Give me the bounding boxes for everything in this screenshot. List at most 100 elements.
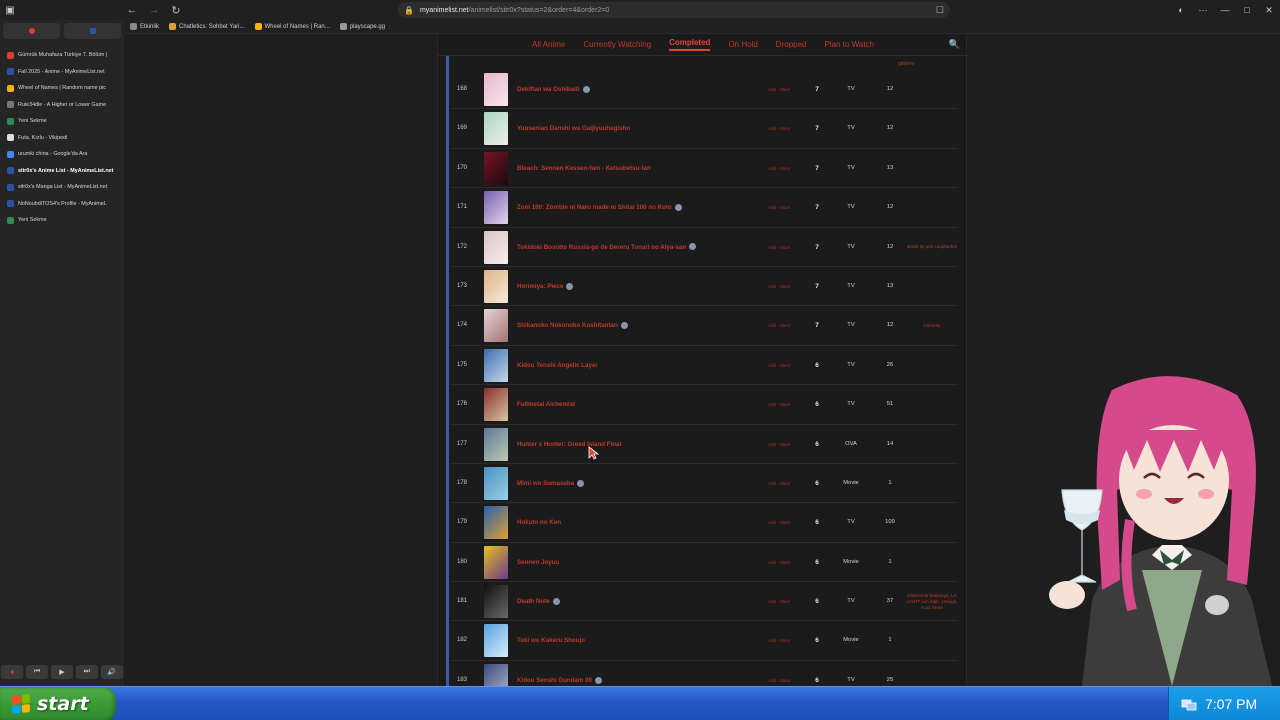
sidebar-tab[interactable]: Fall 2025 - Anime - MyAnimeList.net: [0, 64, 124, 81]
info-icon[interactable]: [577, 479, 585, 487]
anime-title-link[interactable]: Hunter x Hunter: Greed Island Final: [517, 425, 621, 464]
score-cell[interactable]: 6: [810, 425, 824, 464]
status-tab[interactable]: All Anime: [532, 40, 565, 49]
edit-more-link[interactable]: Add - More: [768, 464, 790, 503]
maximize-icon[interactable]: □: [1236, 0, 1258, 20]
anime-thumbnail[interactable]: [484, 191, 508, 225]
prev-icon[interactable]: ⏮: [26, 665, 49, 679]
score-cell[interactable]: 6: [810, 621, 824, 660]
reload-icon[interactable]: ↻: [168, 2, 184, 18]
score-cell[interactable]: 7: [810, 228, 824, 267]
status-tab[interactable]: On Hold: [728, 40, 757, 49]
anime-thumbnail[interactable]: [484, 309, 508, 343]
score-cell[interactable]: 6: [810, 503, 824, 542]
score-cell[interactable]: 6: [810, 385, 824, 424]
anime-title-link[interactable]: Horimiya: Piece: [517, 267, 574, 306]
anime-thumbnail[interactable]: [484, 624, 508, 658]
sidebar-tab[interactable]: Wheel of Names | Random name pic: [0, 80, 124, 97]
extensions-icon[interactable]: ◐: [1170, 0, 1192, 20]
anime-thumbnail[interactable]: [484, 466, 508, 500]
pinned-tab[interactable]: [3, 23, 60, 39]
minimize-icon[interactable]: —: [1214, 0, 1236, 20]
anime-title-link[interactable]: Zom 100: Zombie ni Naru made ni Shitai 1…: [517, 188, 682, 227]
info-icon[interactable]: [620, 322, 628, 330]
score-cell[interactable]: 6: [810, 346, 824, 385]
info-icon[interactable]: [552, 597, 560, 605]
info-icon[interactable]: [582, 85, 590, 93]
sidebar-tab[interactable]: Rule34dle - A Higher or Lower Game: [0, 97, 124, 114]
anime-title-link[interactable]: Toki wo Kakeru Shoujo: [517, 621, 585, 660]
anime-title-link[interactable]: Shikanoko Nokonoko Koshitantan: [517, 306, 628, 345]
score-cell[interactable]: 7: [810, 70, 824, 109]
clock[interactable]: 7:07 PM: [1205, 696, 1257, 712]
status-tab[interactable]: Dropped: [776, 40, 807, 49]
score-cell[interactable]: 7: [810, 109, 824, 148]
sidebar-tab[interactable]: sitr0x's Anime List - MyAnimeList.net: [0, 163, 124, 180]
search-icon[interactable]: 🔍: [949, 39, 960, 50]
bookmark-item[interactable]: Etkinlik: [130, 23, 159, 30]
score-cell[interactable]: 7: [810, 306, 824, 345]
anime-thumbnail[interactable]: [484, 348, 508, 382]
status-tab[interactable]: Plan to Watch: [824, 40, 874, 49]
anime-thumbnail[interactable]: [484, 112, 508, 146]
edit-more-link[interactable]: Add - More: [768, 70, 790, 109]
sidebar-tab[interactable]: sitr0x's Manga List - MyAnimeList.net: [0, 179, 124, 196]
status-tab[interactable]: Completed: [669, 38, 711, 51]
bookmark-star-icon[interactable]: ☐: [936, 5, 944, 16]
anime-thumbnail[interactable]: [484, 506, 508, 540]
close-icon[interactable]: ✕: [1258, 0, 1280, 20]
score-cell[interactable]: 6: [810, 464, 824, 503]
next-icon[interactable]: ⏭: [75, 665, 98, 679]
info-icon[interactable]: [674, 204, 682, 212]
anime-thumbnail[interactable]: [484, 545, 508, 579]
edit-more-link[interactable]: Add - More: [768, 385, 790, 424]
anime-title-link[interactable]: Mimi wo Sumaseba: [517, 464, 585, 503]
anime-title-link[interactable]: Bleach: Sennen Kessen-hen - Ketsubetsu-t…: [517, 149, 651, 188]
network-tray-icon[interactable]: [1181, 696, 1197, 712]
sidebar-tab[interactable]: urumki china - Google'da Ara: [0, 146, 124, 163]
anime-title-link[interactable]: Kidou Senshi Gundam 00: [517, 661, 602, 686]
address-bar[interactable]: 🔒 myanimelist.net/animelist/sitr0x?statu…: [398, 2, 950, 18]
anime-thumbnail[interactable]: [484, 427, 508, 461]
edit-more-link[interactable]: Add - More: [768, 346, 790, 385]
anime-thumbnail[interactable]: [484, 585, 508, 619]
anime-thumbnail[interactable]: [484, 663, 508, 686]
anime-title-link[interactable]: Hokuto no Ken: [517, 503, 561, 542]
edit-more-link[interactable]: Add - More: [768, 661, 790, 686]
menu-icon[interactable]: ⋯: [1192, 0, 1214, 20]
anime-title-link[interactable]: Tokidoki Bosotto Russia-go de Dereru Ton…: [517, 228, 697, 267]
score-cell[interactable]: 6: [810, 543, 824, 582]
edit-more-link[interactable]: Add - More: [768, 109, 790, 148]
anime-title-link[interactable]: Death Note: [517, 582, 560, 621]
start-button[interactable]: start: [0, 687, 116, 720]
edit-more-link[interactable]: Add - More: [768, 306, 790, 345]
pinned-tab[interactable]: [64, 23, 121, 39]
edit-more-link[interactable]: Add - More: [768, 503, 790, 542]
edit-more-link[interactable]: Add - More: [768, 267, 790, 306]
score-cell[interactable]: 6: [810, 582, 824, 621]
edit-more-link[interactable]: Add - More: [768, 188, 790, 227]
edit-more-link[interactable]: Add - More: [768, 228, 790, 267]
score-cell[interactable]: 7: [810, 188, 824, 227]
sidebar-tab[interactable]: Futa, Kızlu - Vikipedi: [0, 130, 124, 147]
score-cell[interactable]: 7: [810, 149, 824, 188]
sidebar-tab[interactable]: Yeni Sekme: [0, 113, 124, 130]
info-icon[interactable]: [566, 282, 574, 290]
bookmark-item[interactable]: Wheel of Names | Ran...: [254, 23, 330, 30]
edit-more-link[interactable]: Add - More: [768, 543, 790, 582]
edit-more-link[interactable]: Add - More: [768, 149, 790, 188]
anime-thumbnail[interactable]: [484, 269, 508, 303]
sidebar-tab[interactable]: Gümrük Muhafaza Türkiye 7. Bölüm |: [0, 47, 124, 64]
anime-thumbnail[interactable]: [484, 388, 508, 422]
status-tab[interactable]: Currently Watching: [583, 40, 651, 49]
sidebar-tab[interactable]: Yeni Sekme: [0, 212, 124, 229]
anime-title-link[interactable]: Dekiftan wa Oshibaiti: [517, 70, 590, 109]
anime-thumbnail[interactable]: [484, 230, 508, 264]
volume-icon[interactable]: 🔊: [100, 665, 123, 679]
play-icon[interactable]: ▶: [50, 665, 73, 679]
score-cell[interactable]: 6: [810, 661, 824, 686]
edit-more-link[interactable]: Add - More: [768, 621, 790, 660]
anime-title-link[interactable]: Sennen Joyuu: [517, 543, 559, 582]
info-icon[interactable]: [594, 676, 602, 684]
edit-more-link[interactable]: Add - More: [768, 425, 790, 464]
